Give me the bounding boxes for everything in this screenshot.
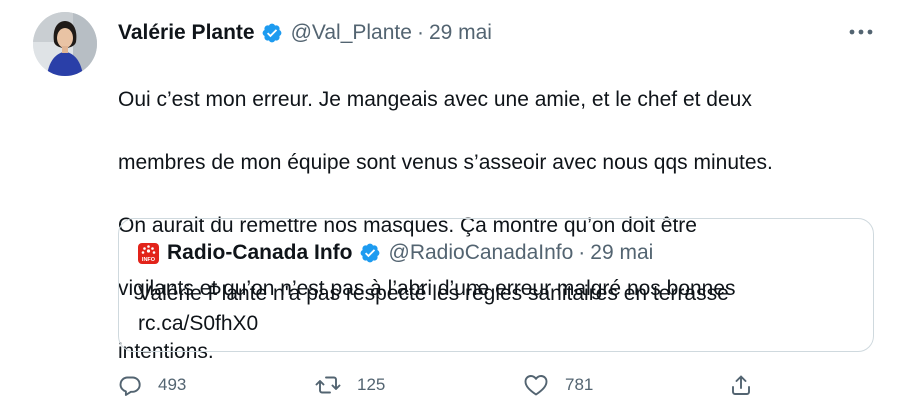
author-display-name[interactable]: Valérie Plante bbox=[118, 21, 255, 45]
quoted-date[interactable]: 29 mai bbox=[590, 241, 653, 265]
reply-button[interactable]: 493 bbox=[118, 370, 186, 400]
verified-badge-icon bbox=[261, 22, 283, 44]
action-bar: 493 125 781 bbox=[118, 370, 878, 400]
avatar[interactable] bbox=[33, 12, 97, 76]
separator-dot: · bbox=[416, 21, 424, 44]
retweet-count: 125 bbox=[357, 375, 386, 394]
quoted-display-name[interactable]: Radio-Canada Info bbox=[167, 241, 353, 265]
separator-dot: · bbox=[578, 241, 586, 264]
logo-label: INFO bbox=[142, 257, 156, 263]
quoted-tweet-header: INFO Radio-Canada Info @RadioCanadaInfo … bbox=[138, 239, 653, 267]
quoted-text-line: Valérie Plante n'a pas respecté les règl… bbox=[138, 282, 729, 305]
tweet: Valérie Plante @Val_Plante · 29 mai Oui … bbox=[0, 0, 908, 418]
verified-badge-icon bbox=[359, 242, 381, 264]
quoted-link[interactable]: rc.ca/S0fhX0 bbox=[138, 309, 858, 339]
share-icon bbox=[732, 375, 750, 395]
heart-icon bbox=[524, 375, 548, 396]
quoted-tweet-text: Valérie Plante n'a pas respecté les règl… bbox=[138, 279, 858, 339]
tweet-text-line: membres de mon équipe sont venus s’asseo… bbox=[118, 150, 773, 174]
retweet-button[interactable]: 125 bbox=[315, 370, 385, 400]
retweet-icon bbox=[315, 376, 341, 394]
like-count: 781 bbox=[565, 375, 594, 394]
radio-canada-logo-icon: INFO bbox=[138, 242, 159, 264]
tweet-header: Valérie Plante @Val_Plante · 29 mai bbox=[118, 18, 492, 48]
share-button[interactable] bbox=[729, 370, 753, 400]
reply-icon bbox=[119, 376, 141, 396]
like-button[interactable]: 781 bbox=[523, 370, 593, 400]
tweet-text-line: Oui c’est mon erreur. Je mangeais avec u… bbox=[118, 87, 752, 111]
reply-count: 493 bbox=[158, 375, 187, 394]
more-options-button[interactable] bbox=[845, 22, 877, 42]
quoted-tweet[interactable]: INFO Radio-Canada Info @RadioCanadaInfo … bbox=[118, 218, 874, 352]
tweet-date[interactable]: 29 mai bbox=[429, 21, 492, 45]
author-handle[interactable]: @Val_Plante bbox=[291, 21, 412, 45]
more-icon bbox=[849, 29, 873, 35]
quoted-handle[interactable]: @RadioCanadaInfo bbox=[389, 241, 574, 265]
